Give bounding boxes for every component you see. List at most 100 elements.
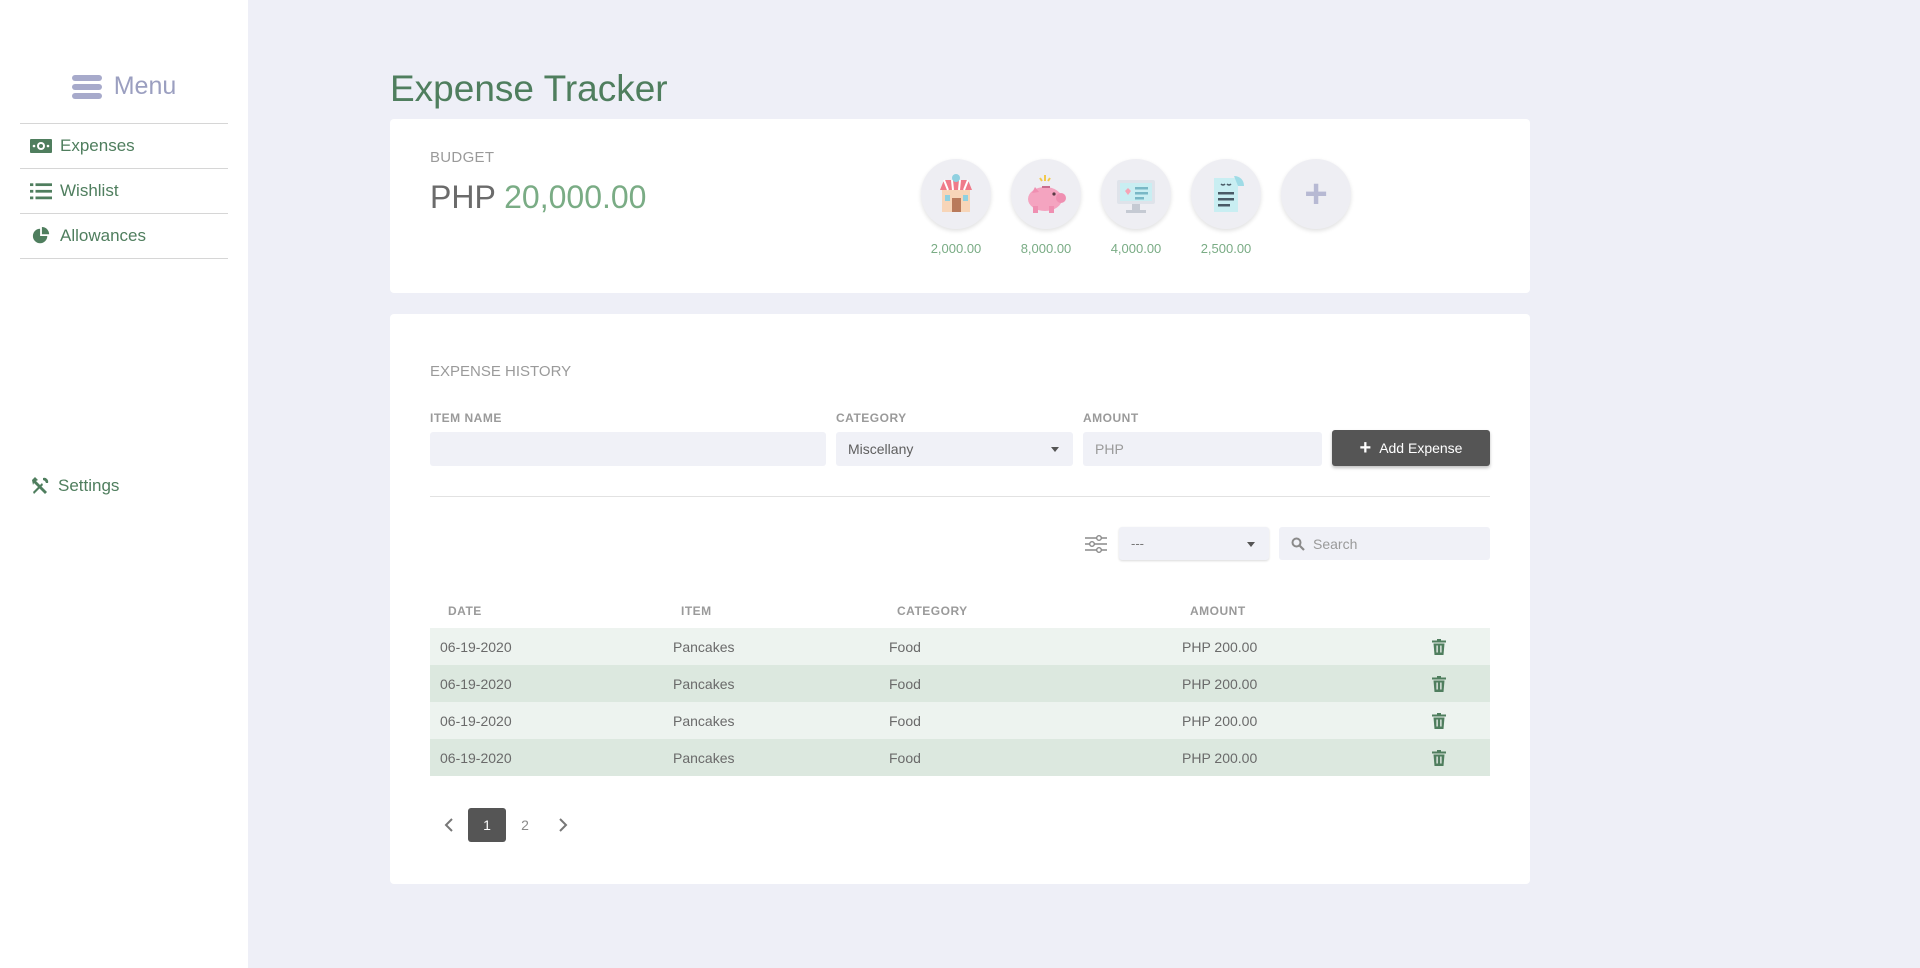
sidebar: Menu Expenses Wishlist Allowances Settin…	[0, 0, 248, 968]
search-icon	[1291, 537, 1305, 551]
allowance-item[interactable]: 2,500.00	[1190, 159, 1262, 256]
page-title: Expense Tracker	[390, 68, 668, 109]
page-button-2[interactable]: 2	[506, 808, 544, 842]
plus-icon: +	[1359, 437, 1372, 459]
divider	[430, 496, 1490, 497]
allowance-item[interactable]: 4,000.00	[1100, 159, 1172, 256]
allowance-button[interactable]	[1011, 159, 1081, 229]
tools-icon	[32, 477, 49, 494]
expense-history-card: EXPENSE HISTORY ITEM NAME CATEGORY Misce…	[390, 314, 1530, 884]
category-label: CATEGORY	[836, 411, 907, 425]
page-button-1[interactable]: 1	[468, 808, 506, 842]
search-input[interactable]	[1313, 535, 1463, 552]
cell-amount: PHP 200.00	[1182, 638, 1258, 655]
budget-amount: PHP 20,000.00	[430, 179, 646, 216]
filter-select[interactable]: ---	[1119, 527, 1269, 560]
cell-date: 06-19-2020	[440, 712, 512, 729]
allowance-add[interactable]: +	[1280, 159, 1352, 256]
cell-amount: PHP 200.00	[1182, 675, 1258, 692]
table-row: 06-19-2020 Pancakes Food PHP 200.00	[430, 739, 1490, 776]
piggy-bank-icon	[1028, 175, 1066, 213]
cell-category: Food	[889, 749, 921, 766]
allowance-amount: 4,000.00	[1110, 241, 1162, 256]
list-icon	[30, 183, 52, 200]
settings-label: Settings	[58, 476, 120, 495]
chevron-left-icon	[444, 818, 453, 832]
allowance-item[interactable]: 2,000.00	[920, 159, 992, 256]
search-field[interactable]	[1279, 527, 1490, 560]
column-header-date[interactable]: DATE	[430, 604, 673, 618]
budget-value: 20,000.00	[504, 179, 647, 215]
menu-label: Menu	[113, 72, 177, 100]
cell-category: Food	[889, 675, 921, 692]
sidebar-item-settings[interactable]: Settings	[30, 476, 119, 496]
next-page-button[interactable]	[544, 808, 582, 842]
item-name-input[interactable]	[442, 441, 826, 457]
allowance-amount: 2,500.00	[1200, 241, 1252, 256]
trash-icon[interactable]	[1432, 749, 1446, 766]
allowance-list: 2,000.00 8,000.00 4,000.00 2,500.00 +	[920, 159, 1352, 256]
sidebar-item-label: Allowances	[60, 226, 146, 245]
chevron-down-icon	[1247, 542, 1255, 547]
add-expense-label: Add Expense	[1379, 440, 1463, 456]
filter-value: ---	[1131, 536, 1144, 551]
allowance-amount: 2,000.00	[930, 241, 982, 256]
store-icon	[940, 174, 972, 212]
category-value: Miscellany	[848, 441, 914, 457]
cell-amount: PHP 200.00	[1182, 712, 1258, 729]
add-expense-button[interactable]: + Add Expense	[1332, 430, 1490, 466]
amount-label: AMOUNT	[1083, 411, 1139, 425]
trash-icon[interactable]	[1432, 712, 1446, 729]
pagination: 1 2	[430, 808, 582, 842]
computer-icon	[1117, 180, 1155, 213]
cell-category: Food	[889, 712, 921, 729]
chevron-right-icon	[559, 818, 568, 832]
amount-field[interactable]	[1083, 432, 1322, 466]
column-header-amount[interactable]: AMOUNT	[1182, 604, 1432, 618]
cell-category: Food	[889, 638, 921, 655]
prev-page-button[interactable]	[430, 808, 468, 842]
menu-header[interactable]: Menu	[0, 72, 248, 101]
chevron-down-icon	[1051, 447, 1059, 452]
sidebar-item-expenses[interactable]: Expenses	[20, 124, 228, 169]
amount-input[interactable]	[1095, 441, 1322, 457]
cell-item: Pancakes	[673, 675, 735, 692]
cell-date: 06-19-2020	[440, 638, 512, 655]
category-select[interactable]: Miscellany	[836, 432, 1073, 466]
cell-item: Pancakes	[673, 749, 735, 766]
add-allowance-button[interactable]: +	[1281, 159, 1351, 229]
table-row: 06-19-2020 Pancakes Food PHP 200.00	[430, 702, 1490, 739]
allowance-button[interactable]	[1191, 159, 1261, 229]
allowance-button[interactable]	[921, 159, 991, 229]
table-row: 06-19-2020 Pancakes Food PHP 200.00	[430, 665, 1490, 702]
sidebar-nav: Expenses Wishlist Allowances	[20, 123, 228, 259]
budget-label: BUDGET	[430, 149, 495, 166]
sidebar-item-wishlist[interactable]: Wishlist	[20, 169, 228, 214]
table-row: 06-19-2020 Pancakes Food PHP 200.00	[430, 628, 1490, 665]
cell-date: 06-19-2020	[440, 675, 512, 692]
expense-table: DATE ITEM CATEGORY AMOUNT 06-19-2020 Pan…	[430, 594, 1490, 776]
sliders-icon[interactable]	[1084, 534, 1108, 554]
cell-item: Pancakes	[673, 638, 735, 655]
cell-item: Pancakes	[673, 712, 735, 729]
allowance-button[interactable]	[1101, 159, 1171, 229]
cell-date: 06-19-2020	[440, 749, 512, 766]
allowance-item[interactable]: 8,000.00	[1010, 159, 1082, 256]
receipt-icon	[1214, 176, 1244, 212]
item-name-label: ITEM NAME	[430, 411, 502, 425]
trash-icon[interactable]	[1432, 638, 1446, 655]
expense-history-title: EXPENSE HISTORY	[430, 363, 572, 380]
hamburger-icon	[71, 74, 102, 99]
sidebar-item-label: Wishlist	[60, 181, 119, 200]
table-header: DATE ITEM CATEGORY AMOUNT	[430, 594, 1490, 628]
column-header-item[interactable]: ITEM	[673, 604, 889, 618]
allowance-amount: 8,000.00	[1020, 241, 1072, 256]
sidebar-item-label: Expenses	[60, 136, 135, 155]
pie-chart-icon	[32, 227, 50, 244]
trash-icon[interactable]	[1432, 675, 1446, 692]
sidebar-item-allowances[interactable]: Allowances	[20, 214, 228, 259]
budget-card: BUDGET PHP 20,000.00 2,000.00 8,000.00 4…	[390, 119, 1530, 293]
item-name-field[interactable]	[430, 432, 826, 466]
budget-currency: PHP	[430, 179, 496, 215]
column-header-category[interactable]: CATEGORY	[889, 604, 1182, 618]
